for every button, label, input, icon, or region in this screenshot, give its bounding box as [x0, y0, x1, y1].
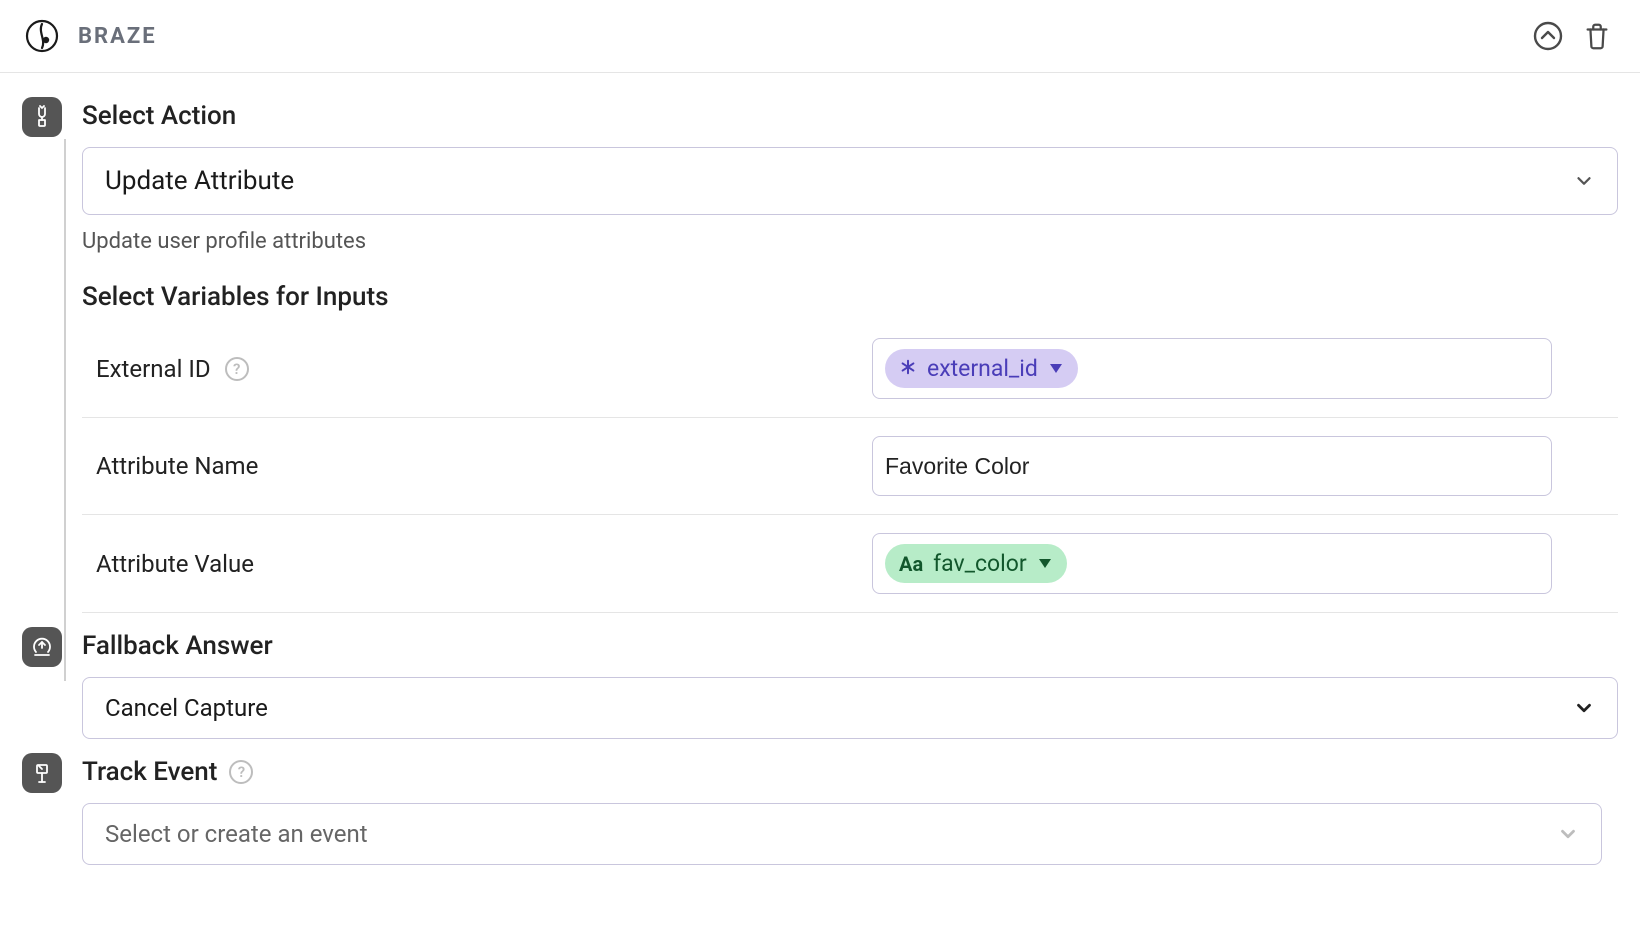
- label-attribute-name: Attribute Name: [82, 452, 852, 480]
- fallback-select[interactable]: Cancel Capture: [82, 677, 1618, 739]
- chip-external-id[interactable]: external_id: [885, 349, 1078, 388]
- field-external-id[interactable]: external_id: [872, 338, 1552, 399]
- action-description: Update user profile attributes: [82, 229, 1618, 254]
- section-body-fallback: Fallback Answer Cancel Capture: [82, 627, 1618, 739]
- track-event-placeholder: Select or create an event: [105, 820, 368, 848]
- header-right: [1532, 20, 1612, 52]
- header: BRAZE: [0, 0, 1640, 73]
- row-attribute-name: Attribute Name: [82, 418, 1618, 515]
- fallback-title: Fallback Answer: [82, 631, 1618, 661]
- text-type-icon: Aa: [899, 552, 923, 576]
- fallback-select-value: Cancel Capture: [105, 694, 268, 722]
- field-attribute-value[interactable]: Aa fav_color: [872, 533, 1552, 594]
- header-left: BRAZE: [24, 18, 157, 54]
- row-external-id: External ID ? external_id: [82, 320, 1618, 418]
- chevron-down-icon: [1573, 170, 1595, 192]
- chip-dropdown-icon: [1039, 559, 1051, 568]
- field-attribute-name[interactable]: [872, 436, 1552, 496]
- label-attribute-value: Attribute Value: [82, 550, 852, 578]
- variables-rows: External ID ? external_id: [82, 320, 1618, 613]
- chip-dropdown-icon: [1050, 364, 1062, 373]
- fallback-icon: [22, 627, 62, 667]
- track-title: Track Event ?: [82, 757, 1618, 787]
- chevron-down-icon: [1573, 697, 1595, 719]
- section-select-action: Select Action Update Attribute Update us…: [22, 97, 1618, 613]
- action-icon: [22, 97, 62, 137]
- section-body-action: Select Action Update Attribute Update us…: [82, 97, 1618, 613]
- label-external-id: External ID ?: [82, 355, 852, 383]
- select-action-title: Select Action: [82, 101, 1618, 131]
- chip-fav-color[interactable]: Aa fav_color: [885, 544, 1067, 583]
- action-select-value: Update Attribute: [105, 166, 294, 196]
- action-select[interactable]: Update Attribute: [82, 147, 1618, 215]
- row-attribute-value: Attribute Value Aa fav_color: [82, 515, 1618, 613]
- section-body-track: Track Event ? Select or create an event: [82, 753, 1618, 865]
- track-event-select[interactable]: Select or create an event: [82, 803, 1602, 865]
- section-track-event: Track Event ? Select or create an event: [22, 753, 1618, 865]
- chevron-down-icon: [1557, 823, 1579, 845]
- braze-logo-icon: [24, 18, 60, 54]
- connector-line: [64, 139, 66, 681]
- section-fallback: Fallback Answer Cancel Capture: [22, 627, 1618, 739]
- brand-name: BRAZE: [78, 24, 157, 49]
- variables-heading: Select Variables for Inputs: [82, 282, 1618, 312]
- delete-icon[interactable]: [1582, 21, 1612, 51]
- input-attribute-name[interactable]: [885, 453, 1539, 480]
- track-icon: [22, 753, 62, 793]
- asterisk-icon: [899, 357, 917, 381]
- collapse-icon[interactable]: [1532, 20, 1564, 52]
- help-icon[interactable]: ?: [229, 760, 253, 784]
- content: Select Action Update Attribute Update us…: [0, 73, 1640, 905]
- help-icon[interactable]: ?: [225, 357, 249, 381]
